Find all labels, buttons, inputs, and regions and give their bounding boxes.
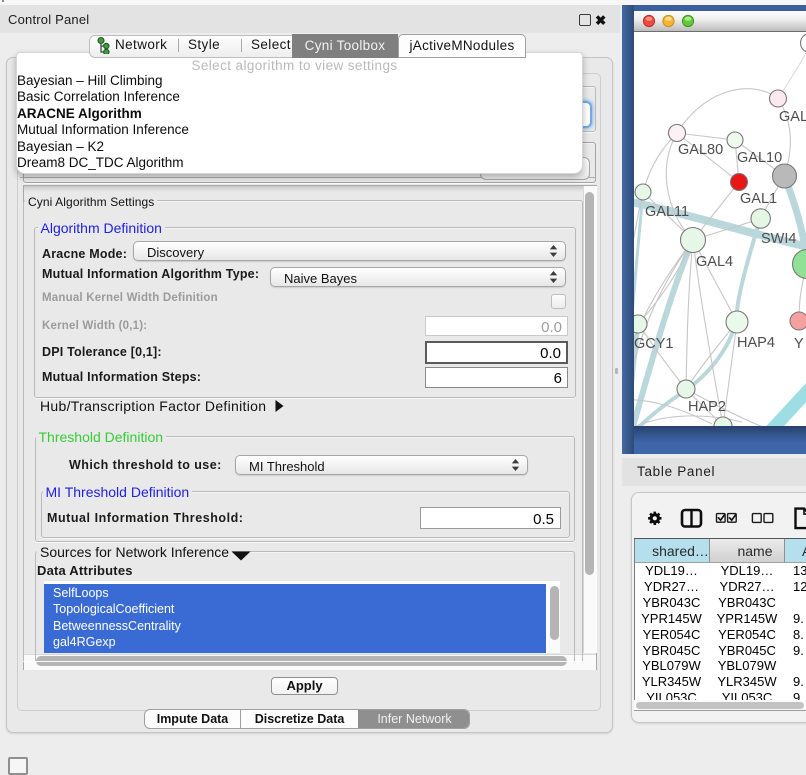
svg-text:GAL4: GAL4 xyxy=(696,254,733,270)
svg-text:Y: Y xyxy=(794,336,804,352)
svg-text:GAL10: GAL10 xyxy=(737,150,782,166)
svg-text:GAL1: GAL1 xyxy=(740,191,777,207)
svg-text:GAL80: GAL80 xyxy=(678,142,723,158)
svg-text:GAL: GAL xyxy=(779,109,806,125)
svg-text:GCY1: GCY1 xyxy=(634,336,674,352)
svg-text:SWI4: SWI4 xyxy=(761,231,796,247)
svg-text:GAL11: GAL11 xyxy=(645,204,689,220)
svg-text:HAP4: HAP4 xyxy=(737,335,775,351)
svg-text:HAP2: HAP2 xyxy=(688,399,726,415)
